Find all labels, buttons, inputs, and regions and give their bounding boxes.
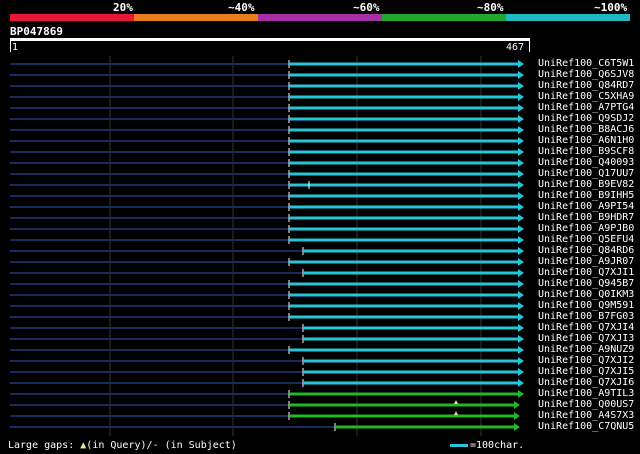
- hit-arrow-icon: [518, 280, 524, 288]
- hit-arrow-icon: [518, 60, 524, 68]
- hit-arrow-icon: [514, 412, 520, 420]
- hit-arrow-icon: [518, 93, 524, 101]
- hit-arrow-icon: [518, 324, 524, 332]
- hit-arrow-icon: [518, 159, 524, 167]
- large-gaps-legend: Large gaps: ▲(in Query)/- (in Subject): [8, 440, 237, 451]
- hit-label[interactable]: UniRef100_Q945B7: [538, 278, 634, 289]
- hit-arrow-icon: [518, 82, 524, 90]
- hit-label[interactable]: UniRef100_Q7XJI6: [538, 377, 634, 388]
- hit-arrow-icon: [518, 181, 524, 189]
- hit-label[interactable]: UniRef100_C7QNU5: [538, 421, 634, 432]
- hit-arrow-icon: [518, 368, 524, 376]
- scale-legend: =100char.: [450, 440, 524, 451]
- query-gap-text: (in Query)/: [86, 440, 153, 451]
- hit-label[interactable]: UniRef100_A4S7X3: [538, 410, 634, 421]
- hit-label[interactable]: UniRef100_Q17UU7: [538, 168, 634, 179]
- hit-label[interactable]: UniRef100_A6N1H0: [538, 135, 634, 146]
- hit-label[interactable]: UniRef100_A9JR07: [538, 256, 634, 267]
- hit-arrow-icon: [518, 357, 524, 365]
- hit-label[interactable]: UniRef100_Q7XJI4: [538, 322, 634, 333]
- hit-label[interactable]: UniRef100_Q00US7: [538, 399, 634, 410]
- hit-arrow-icon: [518, 269, 524, 277]
- hit-arrow-icon: [518, 203, 524, 211]
- hit-label[interactable]: UniRef100_Q84RD6: [538, 245, 634, 256]
- hit-label[interactable]: UniRef100_Q0IKM3: [538, 289, 634, 300]
- hit-label[interactable]: UniRef100_Q5EFU4: [538, 234, 634, 245]
- scale-text: =100char.: [470, 440, 525, 451]
- hit-label[interactable]: UniRef100_Q84RD7: [538, 80, 634, 91]
- hit-label[interactable]: UniRef100_A9TIL3: [538, 388, 634, 399]
- hit-label[interactable]: UniRef100_C6T5W1: [538, 58, 634, 69]
- hit-label[interactable]: UniRef100_B9SCF8: [538, 146, 634, 157]
- hit-arrow-icon: [518, 115, 524, 123]
- hit-label[interactable]: UniRef100_B7FG03: [538, 311, 634, 322]
- hit-label[interactable]: UniRef100_B9IHH5: [538, 190, 634, 201]
- hit-arrow-icon: [518, 236, 524, 244]
- hit-arrow-icon: [518, 225, 524, 233]
- hit-label[interactable]: UniRef100_A9NUZ9: [538, 344, 634, 355]
- hit-label[interactable]: UniRef100_Q40093: [538, 157, 634, 168]
- hit-arrow-icon: [518, 137, 524, 145]
- hit-label[interactable]: UniRef100_B8ACJ6: [538, 124, 634, 135]
- hit-label[interactable]: UniRef100_Q7XJI1: [538, 267, 634, 278]
- hit-label[interactable]: UniRef100_Q9M591: [538, 300, 634, 311]
- hit-arrow-icon: [518, 302, 524, 310]
- hit-label[interactable]: UniRef100_Q6SJV8: [538, 69, 634, 80]
- hit-arrow-icon: [518, 313, 524, 321]
- hit-arrow-icon: [518, 170, 524, 178]
- hit-arrow-icon: [518, 291, 524, 299]
- query-gap-triangle-icon: [454, 400, 458, 404]
- large-gaps-prefix: Large gaps:: [8, 440, 75, 451]
- hit-arrow-icon: [518, 126, 524, 134]
- hit-label[interactable]: UniRef100_Q7XJI3: [538, 333, 634, 344]
- hit-arrow-icon: [518, 104, 524, 112]
- hit-arrow-icon: [518, 247, 524, 255]
- hit-arrow-icon: [518, 192, 524, 200]
- hit-label[interactable]: UniRef100_B9EV82: [538, 179, 634, 190]
- hit-arrow-icon: [514, 423, 520, 431]
- query-gap-triangle-icon: [454, 411, 458, 415]
- hit-arrow-icon: [518, 71, 524, 79]
- scale-swatch: [450, 443, 468, 447]
- hit-arrow-icon: [518, 390, 524, 398]
- hit-arrow-icon: [514, 401, 520, 409]
- hit-label[interactable]: UniRef100_A9PJB0: [538, 223, 634, 234]
- hit-label[interactable]: UniRef100_A9PI54: [538, 201, 634, 212]
- hit-arrow-icon: [518, 258, 524, 266]
- hit-label[interactable]: UniRef100_B9HDR7: [538, 212, 634, 223]
- hit-label[interactable]: UniRef100_Q7XJI2: [538, 355, 634, 366]
- hit-arrow-icon: [518, 335, 524, 343]
- hit-label[interactable]: UniRef100_Q7XJI5: [538, 366, 634, 377]
- hit-label[interactable]: UniRef100_C5XHA9: [538, 91, 634, 102]
- hit-label[interactable]: UniRef100_Q9SDJ2: [538, 113, 634, 124]
- hit-arrow-icon: [518, 214, 524, 222]
- hit-arrow-icon: [518, 379, 524, 387]
- hit-arrow-icon: [518, 346, 524, 354]
- hit-arrow-icon: [518, 148, 524, 156]
- hit-label[interactable]: UniRef100_A7PTG4: [538, 102, 634, 113]
- subject-gap-text: - (in Subject): [152, 440, 237, 451]
